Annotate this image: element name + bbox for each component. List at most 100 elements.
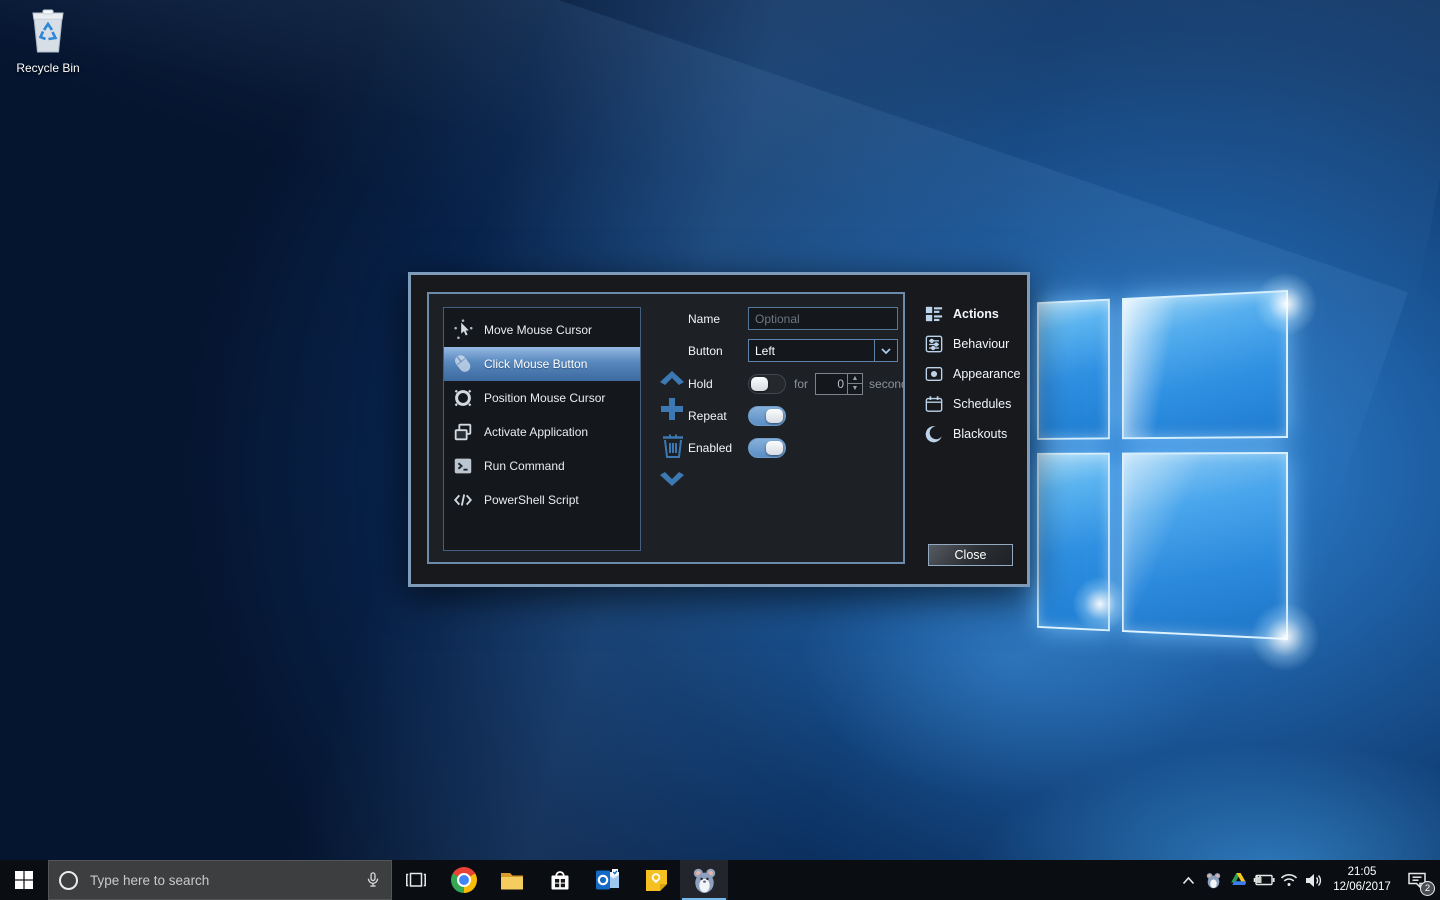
list-item-move-mouse-cursor[interactable]: Move Mouse Cursor — [444, 313, 640, 347]
windows-logo-wallpaper — [1037, 290, 1288, 640]
nav-item-behaviour[interactable]: Behaviour — [925, 329, 1025, 359]
button-label: Button — [688, 344, 748, 358]
list-item-click-mouse-button[interactable]: Click Mouse Button — [444, 347, 640, 381]
moon-icon — [925, 425, 947, 443]
notification-badge: 2 — [1420, 881, 1435, 896]
chrome-icon — [451, 867, 477, 893]
taskbar-search[interactable]: Type here to search — [48, 860, 392, 900]
tray-expand-button[interactable] — [1176, 860, 1201, 900]
list-item-activate-application[interactable]: Activate Application — [444, 415, 640, 449]
task-view-icon — [405, 869, 427, 891]
nav-item-label: Appearance — [953, 367, 1020, 381]
nav-item-blackouts[interactable]: Blackouts — [925, 419, 1025, 449]
button-row: Button Left — [688, 339, 898, 362]
clock-time: 21:05 — [1330, 865, 1394, 880]
start-button[interactable] — [0, 860, 48, 900]
calendar-icon — [925, 395, 947, 413]
repeat-label: Repeat — [688, 409, 748, 423]
close-button[interactable]: Close — [928, 544, 1013, 566]
button-dropdown[interactable]: Left — [748, 339, 898, 362]
section-nav: Actions Behaviour Appearance — [925, 299, 1025, 449]
move-mouse-window: Move Mouse Cursor Click Mouse Button — [408, 272, 1030, 587]
nav-item-appearance[interactable]: Appearance — [925, 359, 1025, 389]
action-type-list: Move Mouse Cursor Click Mouse Button — [443, 307, 641, 551]
console-icon — [451, 454, 475, 478]
light-glint — [1250, 602, 1320, 672]
taskbar-app-outlook[interactable] — [584, 860, 632, 900]
add-action-button[interactable] — [657, 394, 687, 424]
chevron-down-icon[interactable] — [874, 340, 897, 361]
move-cursor-icon — [451, 318, 475, 342]
tray-google-drive-icon[interactable] — [1226, 860, 1251, 900]
recycle-bin-icon — [27, 8, 69, 54]
list-item-label: Click Mouse Button — [484, 357, 587, 371]
nav-item-label: Actions — [953, 307, 999, 321]
for-label: for — [794, 377, 808, 391]
taskbar-app-notes[interactable] — [632, 860, 680, 900]
taskbar-clock[interactable]: 21:05 12/06/2017 — [1326, 865, 1398, 895]
actions-icon — [925, 305, 947, 323]
seconds-label: seconds — [869, 377, 905, 391]
enabled-row: Enabled — [688, 436, 786, 459]
list-item-label: Move Mouse Cursor — [484, 323, 592, 337]
list-item-label: PowerShell Script — [484, 493, 579, 507]
taskbar-app-chrome[interactable] — [440, 860, 488, 900]
windows-start-icon — [15, 871, 33, 889]
tray-battery-icon[interactable] — [1251, 860, 1276, 900]
taskbar-app-move-mouse[interactable] — [680, 860, 728, 900]
list-item-label: Run Command — [484, 459, 565, 473]
move-down-button[interactable] — [657, 467, 687, 493]
hold-row: Hold for 0 ▲ ▼ seconds — [688, 372, 905, 395]
file-explorer-icon — [499, 867, 525, 893]
microphone-icon[interactable] — [365, 871, 381, 889]
actions-panel: Move Mouse Cursor Click Mouse Button — [427, 292, 905, 564]
repeat-row: Repeat — [688, 404, 786, 427]
nav-item-label: Schedules — [953, 397, 1011, 411]
nav-item-label: Behaviour — [953, 337, 1009, 351]
name-label: Name — [688, 312, 748, 326]
windows-overlap-icon — [451, 420, 475, 444]
list-item-position-mouse-cursor[interactable]: Position Mouse Cursor — [444, 381, 640, 415]
delete-action-button[interactable] — [660, 430, 686, 460]
hold-seconds-spinner[interactable]: 0 ▲ ▼ — [815, 373, 863, 395]
tray-volume-icon[interactable] — [1301, 860, 1326, 900]
move-mouse-app-icon — [691, 867, 718, 894]
code-icon — [451, 488, 475, 512]
tray-wifi-icon[interactable] — [1276, 860, 1301, 900]
enabled-toggle[interactable] — [748, 438, 786, 458]
hold-toggle[interactable] — [748, 374, 786, 394]
clock-date: 12/06/2017 — [1330, 880, 1394, 895]
recycle-bin-shortcut[interactable]: Recycle Bin — [8, 8, 88, 75]
taskbar: Type here to search — [0, 860, 1440, 900]
chevron-up-icon — [1182, 876, 1195, 885]
light-glint — [1072, 576, 1128, 632]
sliders-icon — [925, 335, 947, 353]
mouse-icon — [451, 352, 475, 376]
picture-icon — [925, 365, 947, 383]
task-view-button[interactable] — [392, 860, 440, 900]
system-tray: 21:05 12/06/2017 2 — [1176, 860, 1440, 900]
outlook-icon — [595, 867, 621, 893]
hold-seconds-value: 0 — [816, 374, 847, 394]
list-item-label: Position Mouse Cursor — [484, 391, 605, 405]
nav-item-label: Blackouts — [953, 427, 1007, 441]
action-center-button[interactable]: 2 — [1398, 860, 1436, 900]
store-icon — [548, 868, 572, 892]
name-input[interactable] — [748, 307, 898, 330]
notes-icon — [644, 868, 669, 893]
cortana-icon — [59, 871, 78, 890]
nav-item-schedules[interactable]: Schedules — [925, 389, 1025, 419]
move-up-button[interactable] — [657, 364, 687, 390]
spinner-down-button[interactable]: ▼ — [848, 384, 862, 394]
nav-item-actions[interactable]: Actions — [925, 299, 1025, 329]
list-item-powershell-script[interactable]: PowerShell Script — [444, 483, 640, 517]
taskbar-app-store[interactable] — [536, 860, 584, 900]
list-item-run-command[interactable]: Run Command — [444, 449, 640, 483]
spinner-up-button[interactable]: ▲ — [848, 374, 862, 385]
list-item-label: Activate Application — [484, 425, 588, 439]
tray-move-mouse-icon[interactable] — [1201, 860, 1226, 900]
repeat-toggle[interactable] — [748, 406, 786, 426]
name-row: Name — [688, 307, 898, 330]
taskbar-app-file-explorer[interactable] — [488, 860, 536, 900]
search-placeholder: Type here to search — [90, 873, 365, 888]
